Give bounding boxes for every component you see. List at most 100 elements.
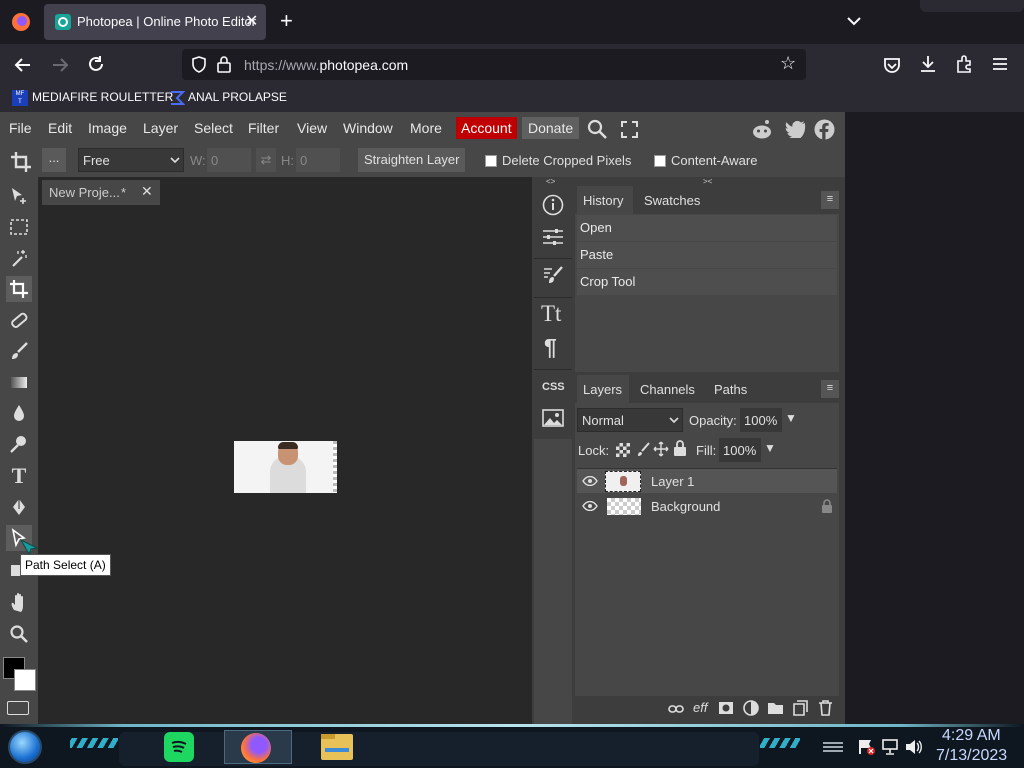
reload-icon[interactable] xyxy=(87,55,105,73)
hamburger-menu-icon[interactable] xyxy=(991,56,1009,72)
volume-icon[interactable] xyxy=(904,738,922,756)
menu-image[interactable]: Image xyxy=(88,120,127,136)
straighten-layer-button[interactable]: Straighten Layer xyxy=(358,148,466,172)
taskbar-clock-date[interactable]: 7/13/2023 xyxy=(936,747,1007,765)
show-hidden-icons-icon[interactable] xyxy=(822,740,844,754)
downloads-icon[interactable] xyxy=(919,55,937,73)
firefox-taskbar-button[interactable] xyxy=(224,730,292,764)
facebook-icon[interactable] xyxy=(814,119,835,140)
lock-icon[interactable] xyxy=(217,56,231,73)
brush-tool-icon[interactable] xyxy=(6,338,32,364)
link-layers-icon[interactable] xyxy=(668,704,684,714)
crop-tool-button[interactable] xyxy=(6,276,32,302)
keyboard-icon[interactable] xyxy=(7,701,29,715)
tab-history[interactable]: History xyxy=(583,193,623,208)
pocket-icon[interactable] xyxy=(883,56,901,74)
gradient-tool-icon[interactable] xyxy=(6,369,32,395)
type-tool-icon[interactable]: T xyxy=(6,463,32,489)
brush-settings-icon[interactable] xyxy=(542,265,564,287)
collapse-panels-icon[interactable]: >< xyxy=(703,177,712,186)
pen-tool-icon[interactable] xyxy=(6,494,32,520)
layer-effects-icon[interactable]: eff xyxy=(693,700,707,715)
fullscreen-icon[interactable] xyxy=(621,121,638,138)
content-aware-checkbox[interactable] xyxy=(654,155,666,167)
delete-layer-icon[interactable] xyxy=(818,699,833,716)
url-bar[interactable]: https://www.photopea.com ☆ xyxy=(182,49,806,80)
action-center-icon[interactable] xyxy=(858,738,876,756)
history-item-open[interactable]: Open xyxy=(577,215,837,241)
eye-icon[interactable] xyxy=(582,501,598,511)
background-color-swatch[interactable] xyxy=(14,669,36,691)
eye-icon[interactable] xyxy=(582,476,598,486)
tab-photopea[interactable]: Photopea | Online Photo Editor ✕ xyxy=(44,4,266,40)
network-icon[interactable] xyxy=(881,738,899,756)
delete-cropped-checkbox[interactable] xyxy=(485,155,497,167)
healing-brush-tool-icon[interactable] xyxy=(6,307,32,333)
new-group-icon[interactable] xyxy=(767,701,784,715)
layers-panel-menu-icon[interactable]: ≡ xyxy=(821,380,839,398)
opacity-dropdown-icon[interactable]: ▼ xyxy=(785,411,797,425)
blur-tool-icon[interactable] xyxy=(6,400,32,426)
magic-wand-tool-icon[interactable] xyxy=(6,245,32,271)
menu-filter[interactable]: Filter xyxy=(248,120,279,136)
width-input[interactable]: 0 xyxy=(207,148,251,172)
donate-button[interactable]: Donate xyxy=(522,117,580,139)
adjustments-icon[interactable] xyxy=(542,228,564,246)
list-all-tabs-icon[interactable] xyxy=(846,15,862,27)
hand-tool-icon[interactable] xyxy=(6,589,32,615)
menu-edit[interactable]: Edit xyxy=(48,120,72,136)
forward-icon[interactable] xyxy=(51,56,69,74)
close-document-icon[interactable]: ✕ xyxy=(141,183,153,200)
search-icon[interactable] xyxy=(587,119,607,139)
bookmark-star-icon[interactable]: ☆ xyxy=(780,53,796,74)
history-item-crop-tool[interactable]: Crop Tool xyxy=(577,269,837,295)
blend-mode-select[interactable]: Normal xyxy=(577,408,683,432)
tab-layers[interactable]: Layers xyxy=(583,382,622,397)
menu-layer[interactable]: Layer xyxy=(143,120,178,136)
account-button[interactable]: Account xyxy=(456,117,517,139)
history-item-paste[interactable]: Paste xyxy=(577,242,837,268)
menu-select[interactable]: Select xyxy=(194,120,233,136)
window-controls[interactable] xyxy=(920,0,1024,12)
fill-input[interactable]: 100% xyxy=(719,438,761,462)
height-input[interactable]: 0 xyxy=(296,148,340,172)
paragraph-icon[interactable]: ¶ xyxy=(544,334,557,361)
canvas-image[interactable] xyxy=(234,441,337,493)
css-icon[interactable]: CSS xyxy=(542,381,565,393)
lock-pixels-icon[interactable] xyxy=(635,441,651,457)
menu-file[interactable]: File xyxy=(9,120,32,136)
start-button[interactable] xyxy=(8,730,42,764)
lock-all-icon[interactable] xyxy=(673,440,687,457)
shield-icon[interactable] xyxy=(191,56,207,73)
menu-view[interactable]: View xyxy=(297,120,327,136)
close-tab-icon[interactable]: ✕ xyxy=(245,11,258,31)
opacity-input[interactable]: 100% xyxy=(740,408,782,432)
zoom-tool-icon[interactable] xyxy=(6,621,32,647)
swap-dimensions-icon[interactable]: ⇄ xyxy=(256,148,276,172)
collapse-strip-icon[interactable]: <> xyxy=(546,177,555,186)
crop-ratio-select[interactable]: Free xyxy=(78,148,184,172)
marquee-tool-icon[interactable] xyxy=(6,214,32,240)
fill-dropdown-icon[interactable]: ▼ xyxy=(764,441,776,455)
dodge-tool-icon[interactable] xyxy=(6,431,32,457)
file-explorer-app-icon[interactable] xyxy=(321,734,353,760)
adjustment-layer-icon[interactable] xyxy=(743,700,759,716)
spotify-app-icon[interactable] xyxy=(164,732,194,762)
history-panel-menu-icon[interactable]: ≡ xyxy=(821,191,839,209)
info-icon[interactable] xyxy=(542,194,564,216)
add-mask-icon[interactable] xyxy=(718,701,734,715)
lock-position-icon[interactable] xyxy=(653,441,669,457)
character-icon[interactable]: Tt xyxy=(541,301,561,327)
tab-swatches[interactable]: Swatches xyxy=(644,193,700,208)
menu-more[interactable]: More xyxy=(410,120,442,136)
layer-row[interactable]: Layer 1 xyxy=(577,468,837,493)
layer-row[interactable]: Background xyxy=(577,494,837,519)
bookmark-second[interactable]: ANAL PROLAPSE xyxy=(188,90,287,104)
new-layer-icon[interactable] xyxy=(793,700,808,716)
tab-channels[interactable]: Channels xyxy=(640,382,695,397)
tool-presets-button[interactable]: ... xyxy=(42,148,66,172)
taskbar-clock-time[interactable]: 4:29 AM xyxy=(942,727,1001,745)
back-icon[interactable] xyxy=(14,56,32,74)
tab-paths[interactable]: Paths xyxy=(714,382,747,397)
twitter-icon[interactable] xyxy=(785,120,806,138)
